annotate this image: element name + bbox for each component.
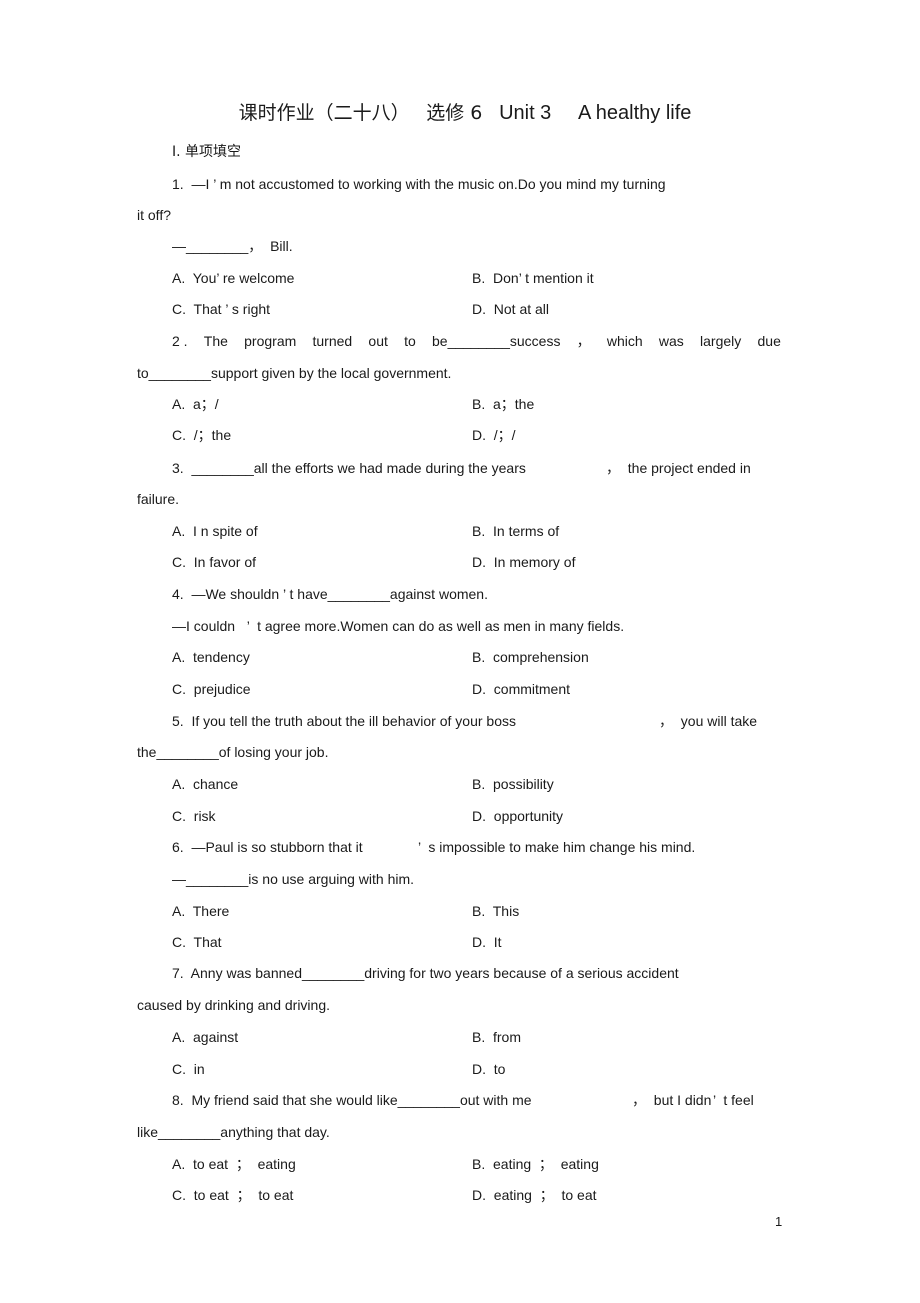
- stem-word: turned: [312, 333, 353, 349]
- question-2-option-a[interactable]: A. a；/: [172, 395, 219, 413]
- question-2-option-c[interactable]: C. /；the: [172, 426, 231, 444]
- question-5-stem: 5. If you tell the truth about the ill b…: [172, 713, 516, 729]
- title-unit: Unit 3: [499, 102, 552, 124]
- question-8-option-d[interactable]: D. eating ； to eat: [472, 1186, 597, 1204]
- question-5-option-c[interactable]: C. risk: [172, 807, 216, 825]
- question-4-option-d[interactable]: D. commitment: [472, 680, 570, 698]
- title-module: 选修 6: [426, 102, 483, 124]
- stem-word: be________success: [432, 333, 561, 349]
- question-6-option-d[interactable]: D. It: [472, 933, 502, 951]
- section-heading: Ⅰ. 单项填空: [172, 144, 242, 160]
- question-3-stem-tail: ， the project ended in: [606, 460, 751, 476]
- question-6-response: —________is no use arguing with him.: [172, 871, 415, 887]
- question-1-option-c[interactable]: C. That ’ s right: [172, 300, 270, 318]
- question-2-option-d[interactable]: D. /；/: [472, 426, 516, 444]
- stem-word: which: [606, 333, 643, 349]
- stem-word: ，: [576, 333, 591, 349]
- question-4-option-c[interactable]: C. prejudice: [172, 680, 251, 698]
- question-4-response: —I couldn ’ t agree more.Women can do as…: [172, 618, 625, 634]
- question-4-stem: 4. —We shouldn ’ t have________against w…: [172, 586, 488, 602]
- question-8-option-b[interactable]: B. eating ； eating: [472, 1155, 599, 1173]
- question-1-response: —________， Bill.: [172, 238, 293, 254]
- question-2-option-b[interactable]: B. a；the: [472, 395, 534, 413]
- question-1-stem: 1. —I ’ m not accustomed to working with…: [172, 176, 666, 192]
- stem-word: to: [404, 333, 416, 349]
- question-5-option-b[interactable]: B. possibility: [472, 775, 554, 793]
- question-2-stem: 2 . The program turned out to be________…: [172, 332, 781, 350]
- question-5-stem-cont: the________of losing your job.: [137, 744, 329, 760]
- page-number: 1: [775, 1214, 783, 1229]
- title-chinese: 课时作业（二十八）: [238, 102, 410, 124]
- question-8-stem-tail: ’ t feel: [713, 1092, 754, 1108]
- question-3-stem: 3. ________all the efforts we had made d…: [172, 460, 526, 476]
- question-1-stem-cont: it off?: [137, 207, 171, 223]
- question-7-option-a[interactable]: A. against: [172, 1028, 238, 1046]
- question-8-option-a[interactable]: A. to eat ； eating: [172, 1155, 296, 1173]
- question-6-option-b[interactable]: B. This: [472, 902, 519, 920]
- question-5-stem-tail: ， you will take: [659, 713, 758, 729]
- question-8-stem-cont: like________anything that day.: [137, 1124, 330, 1140]
- question-6-stem-tail: ’ s impossible to make him change his mi…: [418, 839, 696, 855]
- title-topic: A healthy life: [578, 102, 692, 124]
- question-1-option-a[interactable]: A. You’ re welcome: [172, 269, 294, 287]
- question-8-stem: 8. My friend said that she would like___…: [172, 1092, 532, 1108]
- stem-word: program: [244, 333, 297, 349]
- question-3-option-d[interactable]: D. In memory of: [472, 553, 575, 571]
- question-3-option-c[interactable]: C. In favor of: [172, 553, 256, 571]
- question-7-option-c[interactable]: C. in: [172, 1060, 205, 1078]
- question-6-option-a[interactable]: A. There: [172, 902, 229, 920]
- question-7-option-d[interactable]: D. to: [472, 1060, 505, 1078]
- question-5-option-a[interactable]: A. chance: [172, 775, 238, 793]
- question-7-stem-cont: caused by drinking and driving.: [137, 997, 331, 1013]
- page-title: 课时作业（二十八） 选修 6 Unit 3 A healthy life: [0, 98, 920, 125]
- question-6-option-c[interactable]: C. That: [172, 933, 222, 951]
- stem-word: largely: [700, 333, 742, 349]
- question-3-stem-cont: failure.: [137, 491, 180, 507]
- question-8-option-c[interactable]: C. to eat ； to eat: [172, 1186, 293, 1204]
- stem-word: out: [368, 333, 388, 349]
- question-3-option-a[interactable]: A. I n spite of: [172, 522, 258, 540]
- question-6-stem: 6. —Paul is so stubborn that it: [172, 839, 363, 855]
- question-3-option-b[interactable]: B. In terms of: [472, 522, 559, 540]
- stem-word: was: [658, 333, 684, 349]
- question-7-stem: 7. Anny was banned________driving for tw…: [172, 965, 679, 981]
- stem-word: The: [203, 333, 228, 349]
- stem-word: 2 .: [172, 333, 188, 349]
- question-4-option-a[interactable]: A. tendency: [172, 648, 250, 666]
- question-5-option-d[interactable]: D. opportunity: [472, 807, 563, 825]
- question-8-stem-mid: ， but I didn: [632, 1092, 712, 1108]
- question-1-option-b[interactable]: B. Don’ t mention it: [472, 269, 594, 287]
- stem-word: due: [757, 333, 781, 349]
- question-1-option-d[interactable]: D. Not at all: [472, 300, 549, 318]
- question-7-option-b[interactable]: B. from: [472, 1028, 521, 1046]
- question-4-option-b[interactable]: B. comprehension: [472, 648, 589, 666]
- question-2-stem-cont: to________support given by the local gov…: [137, 365, 452, 381]
